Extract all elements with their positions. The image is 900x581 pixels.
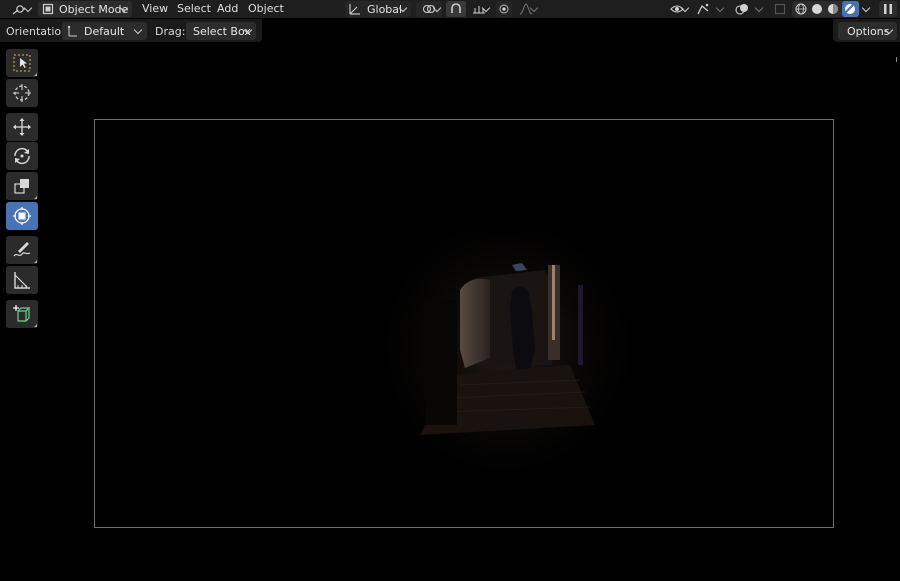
xray-icon (774, 3, 786, 15)
drag-dropdown[interactable]: Select Box (186, 22, 256, 40)
shading-mode-group (792, 1, 860, 17)
tool-rotate[interactable] (6, 142, 38, 170)
visibility-dropdown[interactable] (664, 1, 690, 17)
orientation-axes-icon (349, 4, 360, 15)
orientation-label: Global (367, 2, 403, 16)
add-cube-icon (13, 305, 31, 322)
tool-annotate[interactable] (6, 236, 38, 264)
rendered-scene (380, 230, 630, 490)
material-preview-icon[interactable] (827, 3, 839, 15)
overlay-dropdown[interactable] (752, 1, 768, 17)
cursor-icon (13, 84, 31, 102)
editor-type-button[interactable] (6, 1, 33, 17)
proportional-edit-icon (499, 4, 509, 14)
transform-orientation-dropdown[interactable]: Global (345, 1, 411, 17)
pivot-point-dropdown[interactable] (416, 1, 442, 17)
rotate-icon (14, 147, 30, 165)
orientation-value: Default (84, 24, 125, 38)
object-mode-icon (42, 3, 54, 15)
move-icon (13, 118, 31, 136)
snap-toggle[interactable] (446, 1, 466, 17)
rendered-shading-button[interactable] (842, 1, 859, 17)
overlay-toggle[interactable] (733, 1, 751, 17)
overlay-icon (735, 4, 748, 15)
tool-measure[interactable] (6, 266, 38, 294)
tool-transform[interactable] (6, 202, 38, 230)
options-label: Options (847, 24, 890, 38)
pause-icon (884, 4, 892, 14)
xray-toggle[interactable] (772, 1, 788, 17)
pause-render-button[interactable] (879, 1, 897, 17)
solid-shading-icon[interactable] (811, 3, 823, 15)
snap-target-dropdown[interactable] (466, 1, 492, 17)
magnet-icon (451, 3, 461, 13)
shading-dropdown[interactable] (861, 1, 873, 17)
gizmo-icon (697, 3, 709, 15)
mode-label: Object Mode (59, 2, 129, 16)
drag-field-label: Drag: (155, 25, 186, 38)
mode-dropdown[interactable]: Object Mode (38, 1, 132, 17)
scale-icon (14, 179, 29, 194)
tool-scale[interactable] (6, 172, 38, 200)
gizmo-toggle[interactable] (695, 1, 711, 17)
orientation-dropdown[interactable]: Default (62, 22, 147, 40)
select-box-icon (13, 54, 31, 72)
menu-object[interactable]: Object (248, 2, 284, 16)
sidebar-toggle[interactable] (896, 57, 899, 62)
tool-move[interactable] (6, 113, 38, 141)
drag-value: Select Box (193, 24, 251, 38)
orientation-default-icon (67, 25, 77, 37)
menu-add[interactable]: Add (217, 2, 238, 16)
options-dropdown[interactable]: Options (838, 22, 897, 40)
menu-view[interactable]: View (142, 2, 168, 16)
proportional-edit-toggle[interactable] (496, 1, 512, 17)
menu-select[interactable]: Select (177, 2, 211, 16)
measure-icon (14, 272, 30, 289)
transform-icon (13, 207, 31, 225)
tool-cursor[interactable] (6, 79, 38, 107)
wireframe-shading-icon[interactable] (795, 3, 807, 15)
gizmo-dropdown[interactable] (712, 1, 730, 17)
rendered-shading-icon (845, 4, 855, 14)
annotate-icon (13, 242, 31, 257)
falloff-dropdown[interactable] (513, 1, 539, 17)
tool-select-box[interactable] (6, 49, 38, 77)
tool-add-cube[interactable] (6, 300, 38, 328)
